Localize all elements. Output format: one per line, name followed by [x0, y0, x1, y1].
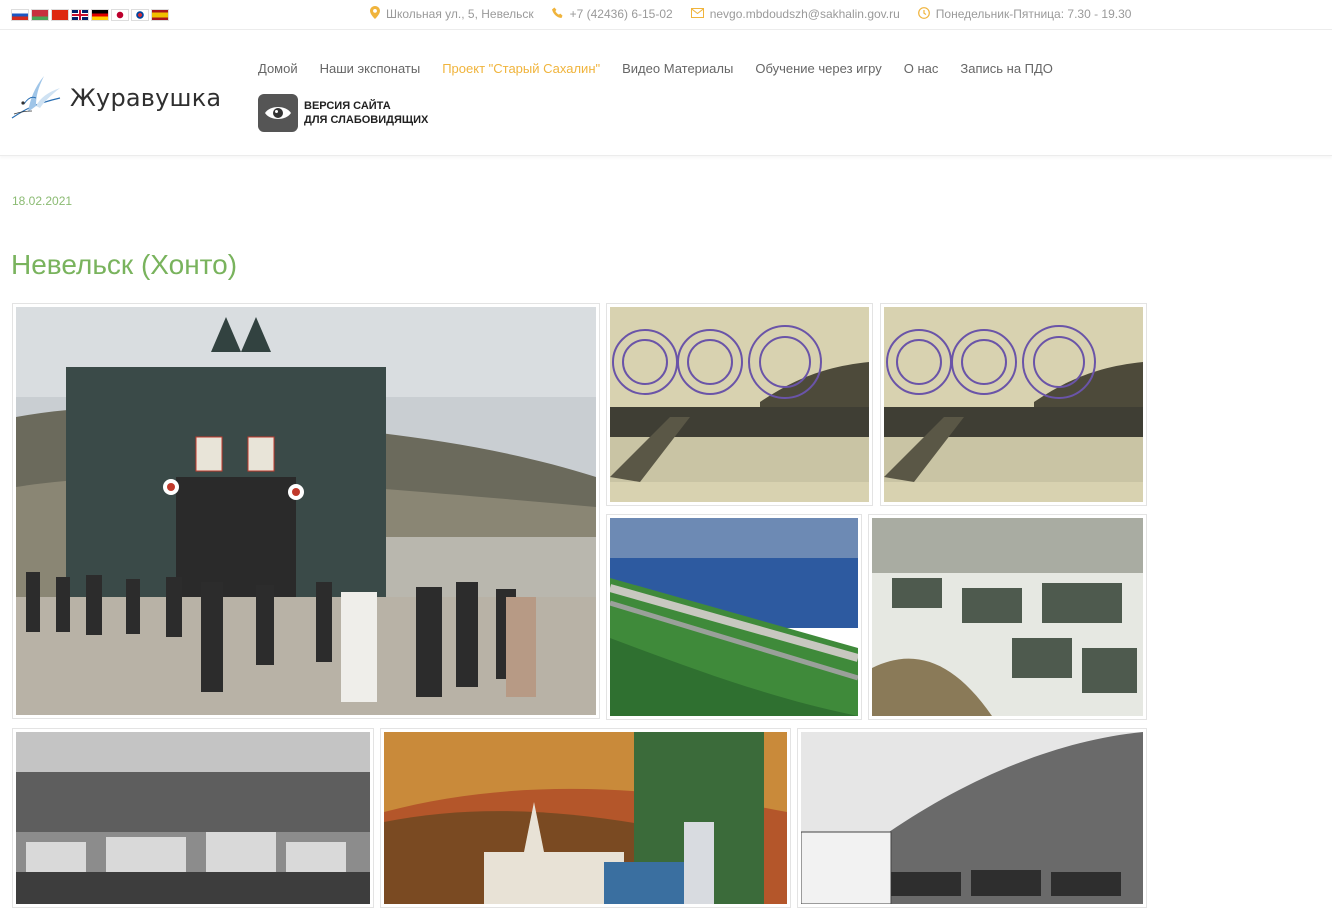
stamped-postcard-harbor-photo-copy	[884, 307, 1143, 502]
contact-info: Школьная ул., 5, Невельск +7 (42436) 6-1…	[370, 6, 1131, 22]
belarus-flag-icon[interactable]	[31, 9, 49, 21]
gallery-photo-stamped-postcard[interactable]	[606, 303, 873, 506]
gallery-photo-bw-street-trucks[interactable]	[797, 728, 1147, 908]
nav-item-exhibits[interactable]: Наши экспонаты	[320, 61, 421, 76]
autumn-church-photo	[384, 732, 787, 904]
germany-flag-icon[interactable]	[91, 9, 109, 21]
low-vision-version-button[interactable]: ВЕРСИЯ САЙТА ДЛЯ СЛАБОВИДЯЩИХ	[258, 94, 428, 132]
low-vision-label: ВЕРСИЯ САЙТА ДЛЯ СЛАБОВИДЯЩИХ	[304, 99, 428, 127]
phone-icon	[551, 7, 564, 22]
gallery-photo-autumn-church[interactable]	[380, 728, 791, 908]
nav-item-enrollment[interactable]: Запись на ПДО	[960, 61, 1053, 76]
clock-icon	[917, 6, 930, 22]
korea-flag-icon[interactable]	[131, 9, 149, 21]
post-title: Невельск (Хонто)	[11, 249, 238, 280]
main-nav: Домой Наши экспонаты Проект "Старый Саха…	[258, 61, 1053, 76]
address-text: Школьная ул., 5, Невельск	[386, 7, 534, 21]
snowy-town-photo	[872, 518, 1143, 716]
gallery-photo-stamped-postcard-copy[interactable]	[880, 303, 1147, 506]
stamped-postcard-harbor-photo	[610, 307, 869, 502]
russia-flag-icon[interactable]	[11, 9, 29, 21]
nav-item-about[interactable]: О нас	[904, 61, 939, 76]
gallery-photo-bw-harbor-town[interactable]	[12, 728, 374, 908]
spain-flag-icon[interactable]	[151, 9, 169, 21]
low-vision-label-line1: ВЕРСИЯ САЙТА	[304, 100, 391, 112]
address-item: Школьная ул., 5, Невельск	[370, 6, 534, 22]
coastal-aerial-photo	[610, 518, 858, 716]
china-flag-icon[interactable]	[51, 9, 69, 21]
email-item[interactable]: nevgo.mbdoudszh@sakhalin.gov.ru	[690, 6, 900, 22]
nav-item-home[interactable]: Домой	[258, 61, 298, 76]
envelope-icon	[690, 7, 704, 21]
phone-item[interactable]: +7 (42436) 6-15-02	[551, 6, 673, 22]
gallery-photo-snowy-town[interactable]	[868, 514, 1147, 720]
gallery-photo-coastal-aerial[interactable]	[606, 514, 862, 720]
bw-street-trucks-photo	[801, 732, 1143, 904]
crane-logo-icon	[11, 76, 61, 119]
language-flags	[11, 9, 169, 21]
top-info-bar: Школьная ул., 5, Невельск +7 (42436) 6-1…	[0, 0, 1332, 30]
email-text[interactable]: nevgo.mbdoudszh@sakhalin.gov.ru	[710, 7, 900, 21]
phone-text[interactable]: +7 (42436) 6-15-02	[570, 7, 673, 21]
bw-harbor-town-photo	[16, 732, 370, 904]
logo-text[interactable]: Журавушка	[70, 84, 221, 112]
site-logo[interactable]: Журавушка	[10, 74, 221, 122]
eye-icon	[258, 94, 298, 132]
low-vision-label-line2: ДЛЯ СЛАБОВИДЯЩИХ	[304, 114, 429, 126]
hours-text: Понедельник-Пятница: 7.30 - 19.30	[935, 7, 1132, 21]
japan-flag-icon[interactable]	[111, 9, 129, 21]
festival-gate-photo	[16, 307, 596, 715]
gallery-photo-festival-gate[interactable]	[12, 303, 600, 719]
hours-item: Понедельник-Пятница: 7.30 - 19.30	[917, 6, 1132, 22]
nav-item-old-sakhalin[interactable]: Проект "Старый Сахалин"	[442, 61, 600, 76]
post-date: 18.02.2021	[12, 194, 73, 208]
uk-flag-icon[interactable]	[71, 9, 89, 21]
map-pin-icon	[370, 6, 380, 22]
nav-item-learning-game[interactable]: Обучение через игру	[755, 61, 881, 76]
site-header: Журавушка Домой Наши экспонаты Проект "С…	[0, 40, 1332, 156]
nav-item-video[interactable]: Видео Материалы	[622, 61, 733, 76]
